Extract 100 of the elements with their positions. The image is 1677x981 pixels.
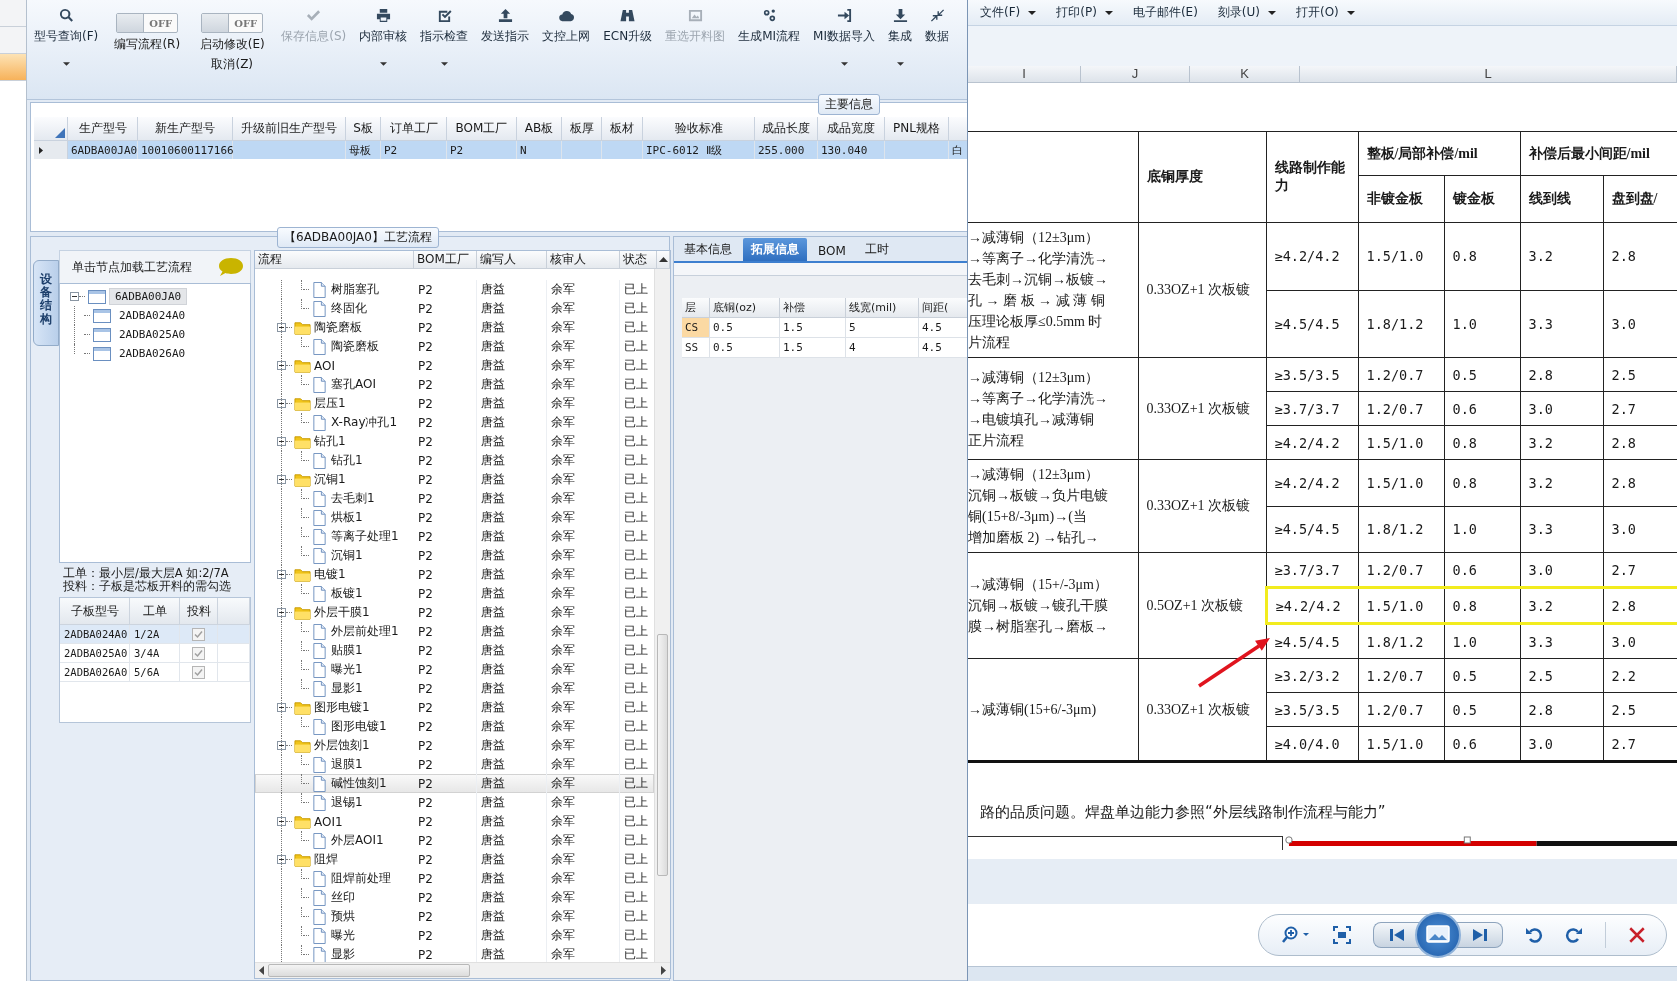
column-header[interactable]: 补偿: [780, 298, 846, 318]
previous-button[interactable]: [1373, 922, 1419, 948]
collapse-icon[interactable]: [277, 741, 286, 750]
column-header[interactable]: 底铜(oz): [710, 298, 780, 318]
tree-node[interactable]: 等离子处理1: [331, 528, 399, 545]
row-header[interactable]: CS: [682, 318, 710, 338]
column-header[interactable]: 板材: [602, 117, 643, 141]
tree-node[interactable]: 外层前处理1: [331, 623, 399, 640]
zoom-in-icon[interactable]: [1281, 926, 1311, 944]
column-header[interactable]: AB板: [517, 117, 562, 141]
tree-node[interactable]: 显影: [331, 946, 355, 962]
column-header[interactable]: 编写人: [477, 251, 547, 269]
toolbar-button[interactable]: 数据: [922, 6, 952, 78]
menu-item[interactable]: 打开(O): [1294, 2, 1357, 23]
checkbox[interactable]: [192, 627, 205, 641]
rotate-left-icon[interactable]: [1525, 926, 1543, 944]
checkbox[interactable]: [192, 665, 205, 679]
column-header[interactable]: 成品长度: [755, 117, 818, 141]
tree-node[interactable]: 碱性蚀刻1: [331, 775, 387, 792]
tree-node[interactable]: 2ADBA024A0: [114, 308, 191, 323]
toolbar-button[interactable]: 集成: [885, 6, 915, 78]
table-row[interactable]: 碱性蚀刻1 P2 唐益 余军 已上: [255, 774, 655, 793]
tree-node[interactable]: 阻焊: [314, 851, 338, 868]
slideshow-button[interactable]: [1415, 912, 1461, 958]
column-header[interactable]: PNL规格: [885, 117, 949, 141]
column-header[interactable]: 投料: [180, 598, 218, 625]
column-header[interactable]: 成品宽度: [818, 117, 885, 141]
tree-node[interactable]: 板镀1: [331, 585, 363, 602]
column-header[interactable]: 新生产型号: [138, 117, 233, 141]
tree-node[interactable]: 外层蚀刻1: [314, 737, 370, 754]
delete-icon[interactable]: [1628, 926, 1646, 944]
collapse-icon[interactable]: [277, 437, 286, 446]
tree-node[interactable]: 树脂塞孔: [331, 281, 379, 298]
column-header[interactable]: 升级前旧生产型号: [233, 117, 346, 141]
table-row[interactable]: 2ADBA024A0 1/2A: [60, 625, 250, 644]
column-header[interactable]: 工单: [130, 598, 180, 625]
tree-node[interactable]: 退膜1: [331, 756, 363, 773]
column-header[interactable]: 订单工厂: [381, 117, 447, 141]
tree-node[interactable]: 陶瓷磨板: [331, 338, 379, 355]
tab[interactable]: 基本信息: [676, 238, 740, 261]
row-header[interactable]: SS: [682, 338, 710, 358]
table-row[interactable]: 6ADBA00JA0 10010600117166 母板 P2 P2 N IPC-6012 Ⅱ级 255.000 130.040 白: [34, 141, 967, 159]
menu-item[interactable]: 电子邮件(E): [1130, 2, 1200, 23]
tab[interactable]: 工时: [856, 238, 897, 261]
tree-node[interactable]: 去毛刺1: [331, 490, 375, 507]
side-tab[interactable]: 设备结构: [33, 260, 59, 346]
column-header[interactable]: 核审人: [547, 251, 620, 269]
column-header[interactable]: BOM工厂: [414, 251, 477, 269]
tree-node[interactable]: 钻孔1: [314, 433, 346, 450]
toolbar-button[interactable]: 文控上网: [539, 6, 594, 78]
collapse-icon[interactable]: [277, 703, 286, 712]
column-header[interactable]: 板厚: [562, 117, 602, 141]
tree-node[interactable]: 曝光: [331, 927, 355, 944]
tree-node[interactable]: 丝印: [331, 889, 355, 906]
tree-node[interactable]: 电镀1: [314, 566, 346, 583]
menu-item[interactable]: 刻录(U): [1215, 2, 1278, 23]
column-header[interactable]: S板: [346, 117, 381, 141]
toggle-switch[interactable]: OFF: [201, 13, 264, 33]
tree-node[interactable]: 贴膜1: [331, 642, 363, 659]
toggle-switch[interactable]: OFF: [116, 13, 179, 33]
tree-node[interactable]: X-Ray冲孔1: [331, 414, 398, 431]
next-button[interactable]: [1457, 922, 1503, 948]
tree-node[interactable]: 图形电镀1: [331, 718, 387, 735]
tree-node[interactable]: 钻孔1: [331, 452, 363, 469]
tree-node[interactable]: 6ADBA00JA0: [109, 288, 188, 305]
toolbar-button[interactable]: 生成MI流程: [735, 6, 804, 78]
collapse-icon[interactable]: [277, 855, 286, 864]
table-row[interactable]: 2ADBA026A0 5/6A: [60, 663, 250, 682]
tree-node[interactable]: 显影1: [331, 680, 363, 697]
tree-node[interactable]: 退锡1: [331, 794, 363, 811]
collapse-icon[interactable]: [277, 817, 286, 826]
column-header[interactable]: 流程: [255, 251, 414, 269]
tree-node[interactable]: 外层干膜1: [314, 604, 370, 621]
toolbar-button[interactable]: 指示检查: [417, 6, 472, 78]
rotate-right-icon[interactable]: [1565, 926, 1583, 944]
scroll-right-icon[interactable]: [661, 966, 666, 975]
toolbar-button[interactable]: 型号查询(F): [31, 6, 102, 78]
scrollbar[interactable]: [654, 269, 670, 962]
tab[interactable]: BOM: [810, 241, 854, 261]
collapse-icon[interactable]: [277, 361, 286, 370]
checkbox[interactable]: [192, 646, 205, 660]
tree-node[interactable]: 预烘: [331, 908, 355, 925]
column-header[interactable]: 验收标准: [643, 117, 755, 141]
column-header[interactable]: 生产型号: [68, 117, 138, 141]
tree-node[interactable]: 外层AOI1: [331, 832, 384, 849]
tree-node[interactable]: 阻焊前处理: [331, 870, 391, 887]
tree-node[interactable]: AOI: [314, 358, 335, 373]
collapse-icon[interactable]: [277, 570, 286, 579]
menu-item[interactable]: 文件(F): [978, 2, 1039, 23]
column-header[interactable]: 间距(: [919, 298, 967, 318]
scroll-thumb[interactable]: [657, 634, 668, 876]
scroll-up-icon[interactable]: [658, 257, 668, 262]
tree-node[interactable]: 终固化: [331, 300, 367, 317]
tree-node[interactable]: 陶瓷磨板: [314, 319, 362, 336]
fit-to-window-icon[interactable]: [1333, 926, 1351, 944]
tab[interactable]: 拓展信息: [743, 238, 807, 261]
scroll-left-icon[interactable]: [259, 966, 264, 975]
toolbar-button[interactable]: 发送指示: [478, 6, 533, 78]
column-header[interactable]: 状态: [620, 251, 657, 269]
collapse-icon[interactable]: [277, 399, 286, 408]
